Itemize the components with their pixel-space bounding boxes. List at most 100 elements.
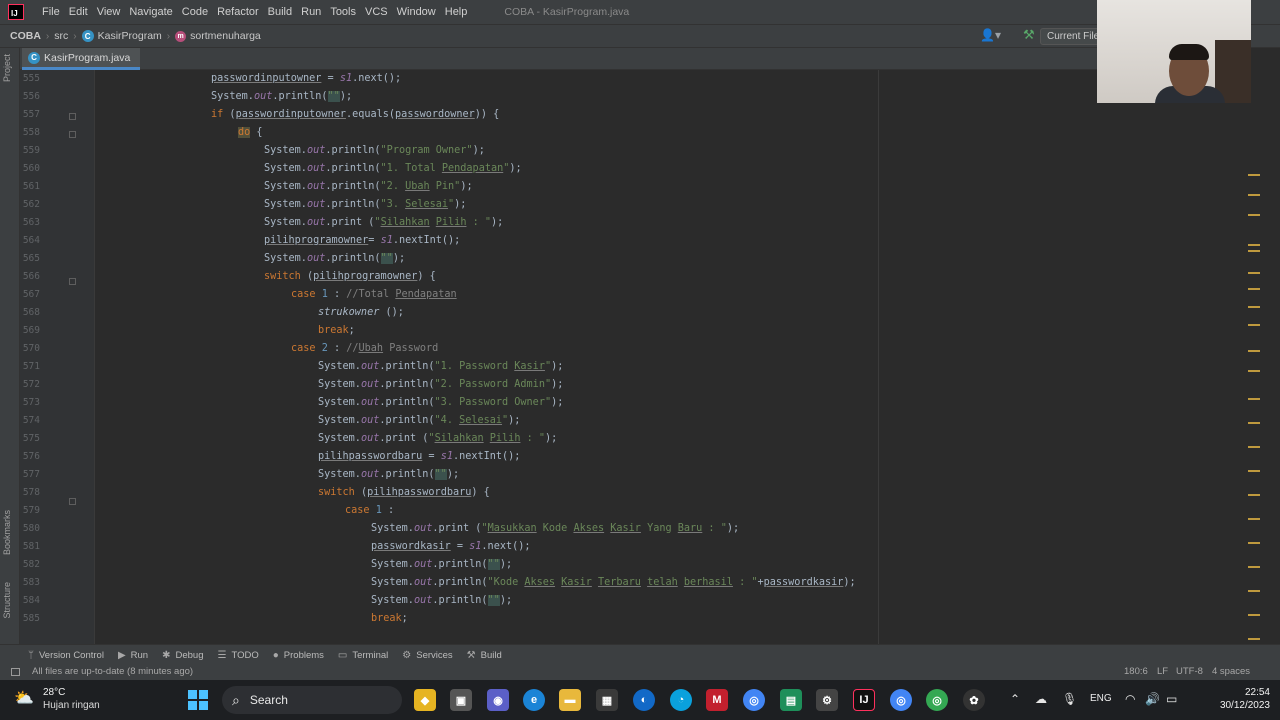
code-line[interactable]: 570 case 2 : //Ubah Password — [20, 340, 1250, 358]
toggle-tool-windows-icon[interactable] — [11, 668, 20, 676]
teams-chat-icon[interactable]: ◉ — [487, 689, 509, 711]
menu-navigate[interactable]: Navigate — [125, 0, 176, 24]
menu-refactor[interactable]: Refactor — [213, 0, 263, 24]
copilot-app-icon[interactable]: ◆ — [414, 689, 436, 711]
code-text[interactable]: break; — [318, 322, 355, 340]
weather-description[interactable]: Hujan ringan — [43, 700, 100, 711]
code-text[interactable]: if (passwordinputowner.equals(passwordow… — [211, 106, 499, 124]
warning-marker-icon[interactable] — [1248, 324, 1260, 326]
code-line[interactable]: 563 System.out.print ("Silahkan Pilih : … — [20, 214, 1250, 232]
code-line[interactable]: 580 System.out.print ("Masukkan Kode Aks… — [20, 520, 1250, 538]
code-line[interactable]: 581 passwordkasir = s1.next(); — [20, 538, 1250, 556]
caret-position[interactable]: 180:6 — [1124, 666, 1148, 678]
file-encoding[interactable]: UTF-8 — [1176, 666, 1203, 678]
battery-icon[interactable]: ▭ — [1166, 692, 1177, 706]
start-button[interactable] — [188, 690, 208, 710]
tool-services[interactable]: ⚙ Services — [402, 650, 452, 661]
clock-date[interactable]: 30/12/2023 — [1200, 700, 1270, 711]
breadcrumb-project[interactable]: COBA — [10, 30, 41, 42]
code-line[interactable]: 582 System.out.println(""); — [20, 556, 1250, 574]
code-line[interactable]: 557 if (passwordinputowner.equals(passwo… — [20, 106, 1250, 124]
menu-view[interactable]: View — [93, 0, 125, 24]
code-text[interactable]: System.out.println("3. Password Owner"); — [318, 394, 563, 412]
tool-terminal[interactable]: ▭ Terminal — [338, 650, 388, 661]
tab-kasirprogram-java[interactable]: C KasirProgram.java — [22, 48, 141, 70]
volume-icon[interactable]: 🔊 — [1145, 692, 1160, 706]
warning-marker-icon[interactable] — [1248, 214, 1260, 216]
code-line[interactable]: 569 break; — [20, 322, 1250, 340]
warning-marker-icon[interactable] — [1248, 244, 1260, 246]
code-text[interactable]: passwordkasir = s1.next(); — [371, 538, 531, 556]
code-line[interactable]: 584 System.out.println(""); — [20, 592, 1250, 610]
code-line[interactable]: 566 switch (pilihprogramowner) { — [20, 268, 1250, 286]
intellij-taskbar-icon[interactable]: IJ — [853, 689, 875, 711]
intellij-logo-icon[interactable]: IJ — [8, 4, 24, 20]
warning-marker-icon[interactable] — [1248, 370, 1260, 372]
code-line[interactable]: 561 System.out.println("2. Ubah Pin"); — [20, 178, 1250, 196]
code-line[interactable]: 565 System.out.println(""); — [20, 250, 1250, 268]
chrome-icon[interactable]: ◎ — [743, 689, 765, 711]
weather-temperature[interactable]: 28°C — [43, 687, 65, 698]
settings-gear-icon[interactable]: ⚙ — [816, 689, 838, 711]
code-text[interactable]: System.out.println(""); — [264, 250, 405, 268]
language-indicator[interactable]: ENG — [1090, 693, 1112, 704]
code-text[interactable]: passwordinputowner = s1.next(); — [211, 70, 401, 88]
menu-run[interactable]: Run — [297, 0, 325, 24]
clock-time[interactable]: 22:54 — [1212, 687, 1270, 698]
code-text[interactable]: System.out.print ("Silahkan Pilih : "); — [264, 214, 503, 232]
code-line[interactable]: 559 System.out.println("Program Owner"); — [20, 142, 1250, 160]
edge-browser-icon[interactable]: e — [523, 689, 545, 711]
microphone-icon[interactable]: 🎙 — [1062, 692, 1077, 706]
tool-version-control[interactable]: ᛘ Version Control — [28, 650, 104, 661]
tool-run[interactable]: ▶ Run — [118, 650, 148, 661]
task-view-icon[interactable]: ▣ — [450, 689, 472, 711]
warning-marker-icon[interactable] — [1248, 306, 1260, 308]
code-line[interactable]: 568 strukowner (); — [20, 304, 1250, 322]
code-text[interactable]: switch (pilihpasswordbaru) { — [318, 484, 490, 502]
code-editor[interactable]: 555 passwordinputowner = s1.next(); 556 … — [20, 70, 1270, 644]
warning-marker-icon[interactable] — [1248, 590, 1260, 592]
code-text[interactable]: System.out.print ("Silahkan Pilih : "); — [318, 430, 557, 448]
app-icon[interactable]: ◔ — [670, 689, 692, 711]
code-text[interactable]: pilihpasswordbaru = s1.nextInt(); — [318, 448, 520, 466]
menu-code[interactable]: Code — [178, 0, 212, 24]
menu-file[interactable]: File — [38, 0, 64, 24]
app-icon[interactable]: ✿ — [963, 689, 985, 711]
tray-overflow-chevron-icon[interactable]: ⌃ — [1010, 692, 1020, 706]
warning-marker-icon[interactable] — [1248, 614, 1260, 616]
code-line[interactable]: 562 System.out.println("3. Selesai"); — [20, 196, 1250, 214]
chrome-profile-icon[interactable]: ◎ — [926, 689, 948, 711]
code-text[interactable]: System.out.println(""); — [318, 466, 459, 484]
code-line[interactable]: 571 System.out.println("1. Password Kasi… — [20, 358, 1250, 376]
tab-project[interactable]: Project — [2, 54, 12, 82]
menu-window[interactable]: Window — [393, 0, 440, 24]
app-icon[interactable]: ◐ — [633, 689, 655, 711]
code-text[interactable]: case 1 : — [345, 502, 394, 520]
code-text[interactable]: pilihprogramowner= s1.nextInt(); — [264, 232, 460, 250]
warning-marker-icon[interactable] — [1248, 566, 1260, 568]
code-text[interactable]: System.out.println("Program Owner"); — [264, 142, 485, 160]
warning-marker-icon[interactable] — [1248, 518, 1260, 520]
warning-marker-icon[interactable] — [1248, 194, 1260, 196]
code-text[interactable]: System.out.println("Kode Akses Kasir Ter… — [371, 574, 856, 592]
warning-marker-icon[interactable] — [1248, 250, 1260, 252]
warning-marker-icon[interactable] — [1248, 542, 1260, 544]
error-stripe[interactable] — [1240, 170, 1270, 644]
tool-debug[interactable]: ✱ Debug — [162, 650, 203, 661]
breadcrumb-class[interactable]: C KasirProgram — [81, 30, 162, 42]
code-line[interactable]: 573 System.out.println("3. Password Owne… — [20, 394, 1250, 412]
code-line[interactable]: 578 switch (pilihpasswordbaru) { — [20, 484, 1250, 502]
code-line[interactable]: 583 System.out.println("Kode Akses Kasir… — [20, 574, 1250, 592]
tool-build[interactable]: ⚒ Build — [467, 650, 502, 661]
code-line[interactable]: 579 case 1 : — [20, 502, 1250, 520]
menu-edit[interactable]: Edit — [65, 0, 92, 24]
code-line[interactable]: 555 passwordinputowner = s1.next(); — [20, 70, 1250, 88]
code-text[interactable]: break; — [371, 610, 408, 628]
menu-build[interactable]: Build — [264, 0, 296, 24]
code-line[interactable]: 575 System.out.print ("Silahkan Pilih : … — [20, 430, 1250, 448]
tab-bookmarks[interactable]: Bookmarks — [2, 510, 12, 555]
code-line[interactable]: 572 System.out.println("2. Password Admi… — [20, 376, 1250, 394]
code-text[interactable]: System.out.println("3. Selesai"); — [264, 196, 466, 214]
indent-setting[interactable]: 4 spaces — [1212, 666, 1250, 678]
notes-app-icon[interactable]: ▤ — [780, 689, 802, 711]
